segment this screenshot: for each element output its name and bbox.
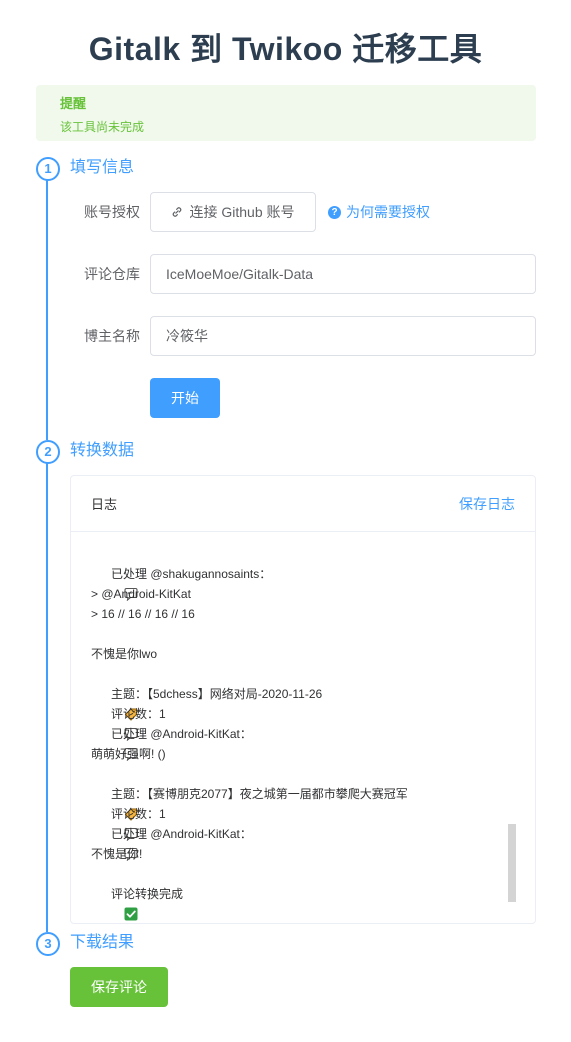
log-text: 评论数：1	[111, 807, 166, 821]
log-line: 萌萌好强啊! ()	[91, 744, 511, 764]
page-title: Gitalk 到 Twikoo 迁移工具	[88, 31, 483, 67]
comment-icon	[91, 807, 138, 842]
speech-bubble-icon	[91, 567, 138, 602]
question-icon: ?	[328, 205, 341, 219]
log-line: 已处理 @shakugannosaints：	[91, 564, 511, 602]
save-comments-button[interactable]: 保存评论	[70, 967, 168, 1007]
log-line: 不愧是你lwo	[91, 644, 511, 664]
log-text: 评论数：1	[111, 707, 166, 721]
log-text: 已处理 @shakugannosaints：	[111, 567, 272, 581]
log-text: > @Android-KitKat	[91, 587, 191, 601]
log-header: 日志 保存日志	[71, 476, 535, 532]
step-3-title: 下载结果	[70, 934, 135, 951]
log-text: 萌萌好强啊! ()	[91, 747, 166, 761]
log-line: 评论转换完成	[91, 884, 511, 921]
log-title: 日志	[91, 497, 118, 512]
speech-bubble-icon	[91, 727, 138, 762]
owner-label: 博主名称	[84, 328, 140, 344]
auth-label: 账号授权	[84, 204, 140, 220]
step-2-number: 2	[36, 440, 60, 464]
tag-icon	[91, 687, 138, 721]
log-text: > 16 // 16 // 16 // 16	[91, 607, 195, 621]
log-line: > @Android-KitKat	[91, 584, 511, 604]
step-1-title: 填写信息	[70, 159, 135, 176]
log-scrollbar[interactable]	[508, 824, 516, 902]
why-auth-link[interactable]: ? 为何需要授权	[328, 192, 430, 232]
link-icon	[171, 206, 183, 218]
page: Gitalk 到 Twikoo 迁移工具 提醒 该工具尚未完成 1 填写信息 账…	[0, 0, 571, 1042]
log-text: 评论转换完成	[111, 887, 184, 901]
why-auth-label: 为何需要授权	[346, 204, 430, 220]
comment-icon	[91, 707, 138, 742]
log-line: > 16 // 16 // 16 // 16	[91, 604, 511, 624]
step-2-title: 转换数据	[70, 442, 135, 459]
log-text: 主题：【赛博朋克2077】夜之城第一届都市攀爬大赛冠军	[111, 787, 408, 801]
speech-bubble-icon	[91, 827, 138, 862]
log-text: 不愧是你!	[91, 847, 143, 861]
warning-alert: 提醒 该工具尚未完成	[36, 85, 536, 141]
log-line: 评论数：1	[91, 704, 511, 742]
log-line: 评论数：1	[91, 804, 511, 842]
step-connector-2	[46, 463, 48, 932]
alert-description: 该工具尚未完成	[60, 120, 145, 134]
save-log-button[interactable]: 保存日志	[459, 494, 515, 514]
log-text: 主题：【5dchess】网络对局-2020-11-26	[111, 687, 323, 701]
repo-input[interactable]	[150, 254, 536, 294]
log-line: 已处理 @Android-KitKat：	[91, 824, 511, 862]
step-connector-1	[46, 180, 48, 440]
connect-github-label: 连接 Github 账号	[189, 204, 295, 220]
log-line: 不愧是你!	[91, 844, 511, 864]
log-line: 已处理 @Android-KitKat：	[91, 724, 511, 762]
alert-title: 提醒	[60, 96, 87, 111]
log-line: 主题：【5dchess】网络对局-2020-11-26	[91, 684, 511, 721]
log-content: 已处理 @shakugannosaints： > @Android-KitKat…	[91, 564, 511, 921]
tag-icon	[91, 787, 138, 821]
start-button[interactable]: 开始	[150, 378, 220, 418]
log-text: 不愧是你lwo	[91, 647, 158, 661]
owner-input[interactable]	[150, 316, 536, 356]
log-line: 主题：【赛博朋克2077】夜之城第一届都市攀爬大赛冠军	[91, 784, 511, 821]
log-card: 日志 保存日志 已处理 @shakugannosaints： > @Androi…	[70, 475, 536, 924]
check-mark-icon	[91, 887, 138, 921]
step-1-number: 1	[36, 157, 60, 181]
log-text: 已处理 @Android-KitKat：	[111, 727, 252, 741]
repo-label: 评论仓库	[84, 266, 140, 282]
connect-github-button[interactable]: 连接 Github 账号	[150, 192, 316, 232]
step-3-number: 3	[36, 932, 60, 956]
log-text: 已处理 @Android-KitKat：	[111, 827, 252, 841]
